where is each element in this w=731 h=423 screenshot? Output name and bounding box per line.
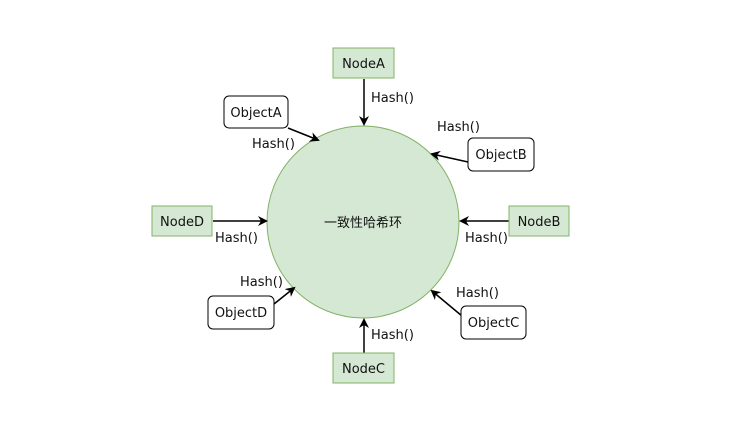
consistent-hash-diagram: 一致性哈希环 NodeA NodeB NodeC NodeD ObjectA O… bbox=[151, 47, 570, 384]
object-d: ObjectD bbox=[207, 295, 275, 330]
object-b: ObjectB bbox=[467, 137, 535, 172]
node-d: NodeD bbox=[151, 205, 213, 237]
node-a: NodeA bbox=[332, 47, 395, 79]
node-d-label: NodeD bbox=[160, 215, 204, 230]
hash-label-objectb: Hash() bbox=[437, 120, 480, 135]
hash-label-objecta: Hash() bbox=[252, 137, 295, 152]
node-c-label: NodeC bbox=[342, 362, 385, 377]
object-a-label: ObjectA bbox=[230, 106, 281, 121]
node-a-label: NodeA bbox=[342, 57, 385, 72]
hash-label-noded: Hash() bbox=[215, 231, 258, 246]
object-c-label: ObjectC bbox=[468, 316, 519, 331]
node-c: NodeC bbox=[332, 352, 395, 384]
object-a: ObjectA bbox=[223, 95, 289, 129]
hash-label-objectd: Hash() bbox=[240, 275, 283, 290]
diagram-canvas: 一致性哈希环 NodeA NodeB NodeC NodeD ObjectA O… bbox=[0, 0, 731, 423]
hash-label-nodec: Hash() bbox=[371, 328, 414, 343]
object-b-label: ObjectB bbox=[475, 148, 526, 163]
node-b-label: NodeB bbox=[518, 215, 561, 230]
hash-ring-label: 一致性哈希环 bbox=[324, 216, 402, 231]
hash-label-objectc: Hash() bbox=[456, 286, 499, 301]
hash-label-nodea: Hash() bbox=[371, 91, 414, 106]
object-d-label: ObjectD bbox=[215, 306, 267, 321]
edge-objectd-to-ring bbox=[273, 286, 296, 305]
node-b: NodeB bbox=[508, 205, 570, 237]
object-c: ObjectC bbox=[460, 305, 527, 340]
hash-label-nodeb: Hash() bbox=[465, 231, 508, 246]
